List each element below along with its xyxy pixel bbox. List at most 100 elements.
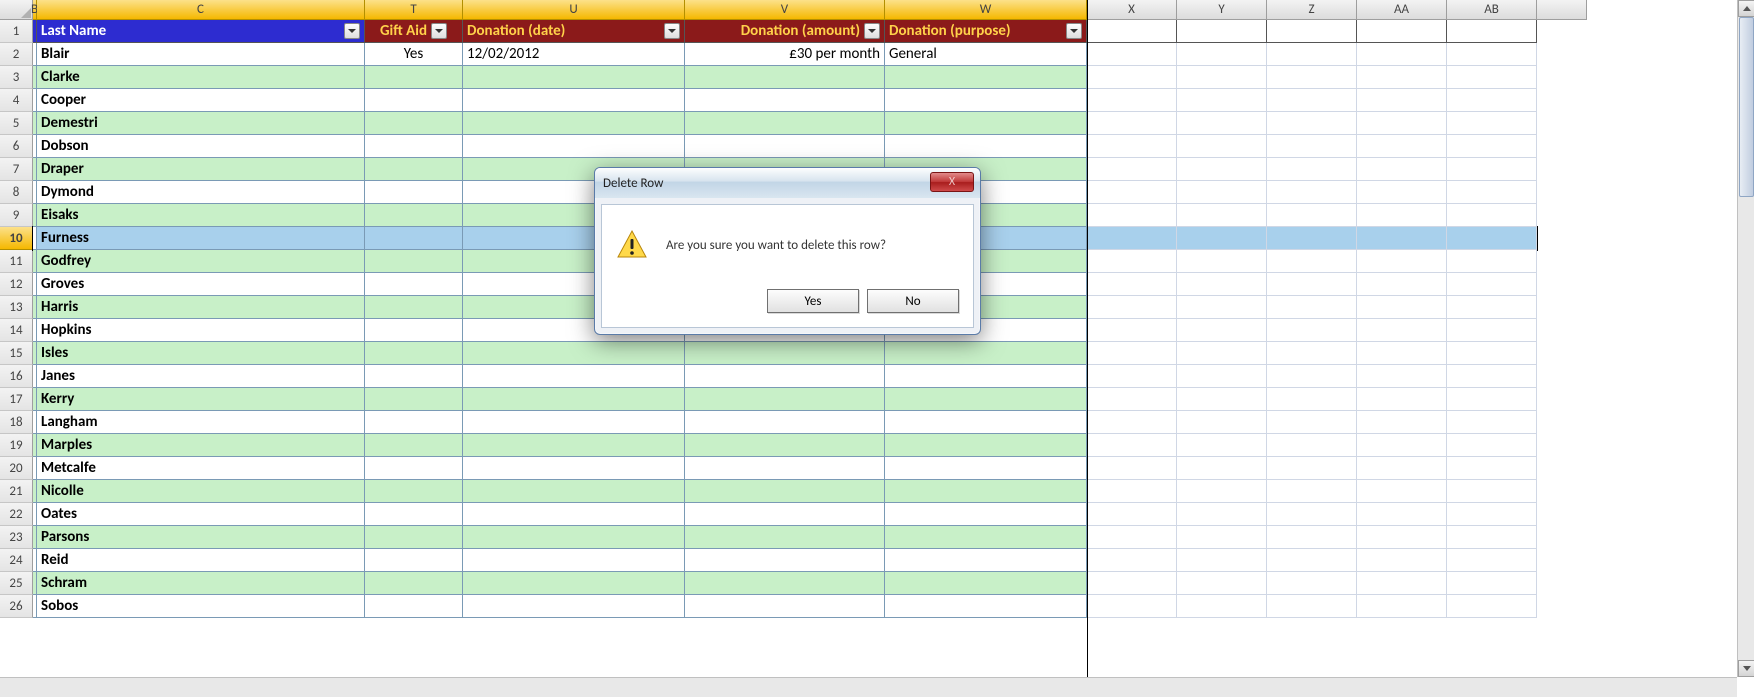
row-header-5[interactable]: 5 [0,112,33,135]
cell-x[interactable] [1087,296,1177,319]
cell-ab[interactable] [1447,572,1537,595]
cell-x[interactable] [1087,388,1177,411]
cell-aa[interactable] [1357,250,1447,273]
cell-v[interactable] [685,526,885,549]
cell-c[interactable]: Langham [37,411,365,434]
cell-c[interactable]: Kerry [37,388,365,411]
cell-u[interactable] [463,434,685,457]
cell-t[interactable] [365,204,463,227]
cell-y[interactable] [1177,112,1267,135]
cell-u[interactable] [463,572,685,595]
cell-x[interactable] [1087,526,1177,549]
cell-t[interactable] [365,273,463,296]
cell-t[interactable] [365,595,463,618]
cell-t[interactable] [365,227,463,250]
cell-ab[interactable] [1447,526,1537,549]
cell-aa[interactable] [1357,411,1447,434]
scroll-up-button[interactable] [1738,0,1754,17]
dialog-close-button[interactable]: X [930,172,974,192]
cell-t[interactable] [365,365,463,388]
col-header-z[interactable]: Z [1267,0,1357,20]
header-x[interactable] [1087,20,1177,43]
cell-t[interactable] [365,549,463,572]
cell-z[interactable] [1267,89,1357,112]
row-header-6[interactable]: 6 [0,135,33,158]
cell-ab[interactable] [1447,43,1537,66]
cell-c[interactable]: Eisaks [37,204,365,227]
cell-c[interactable]: Sobos [37,595,365,618]
col-header-aa[interactable]: AA [1357,0,1447,20]
cell-z[interactable] [1267,181,1357,204]
cell-c[interactable]: Nicolle [37,480,365,503]
cell-w[interactable] [885,480,1087,503]
col-header-c[interactable]: C [37,0,365,20]
horizontal-scrollbar[interactable] [0,677,1737,697]
table-row[interactable]: Parsons [33,526,1537,549]
cell-x[interactable] [1087,250,1177,273]
cell-t[interactable]: Yes [365,43,463,66]
table-row[interactable]: Schram [33,572,1537,595]
cell-z[interactable] [1267,411,1357,434]
cell-x[interactable] [1087,43,1177,66]
cell-ab[interactable] [1447,250,1537,273]
cell-t[interactable] [365,480,463,503]
table-row[interactable]: Demestri [33,112,1537,135]
cell-ab[interactable] [1447,365,1537,388]
cell-aa[interactable] [1357,158,1447,181]
cell-x[interactable] [1087,480,1177,503]
cell-y[interactable] [1177,434,1267,457]
cell-y[interactable] [1177,158,1267,181]
row-header-25[interactable]: 25 [0,572,33,595]
cell-y[interactable] [1177,296,1267,319]
cell-y[interactable] [1177,503,1267,526]
cell-v[interactable] [685,135,885,158]
cell-aa[interactable] [1357,342,1447,365]
cell-aa[interactable] [1357,503,1447,526]
cell-ab[interactable] [1447,273,1537,296]
cell-ab[interactable] [1447,503,1537,526]
row-header-20[interactable]: 20 [0,457,33,480]
cell-c[interactable]: Isles [37,342,365,365]
row-header-4[interactable]: 4 [0,89,33,112]
cell-aa[interactable] [1357,296,1447,319]
cell-c[interactable]: Dobson [37,135,365,158]
cell-aa[interactable] [1357,319,1447,342]
cell-x[interactable] [1087,273,1177,296]
row-header-18[interactable]: 18 [0,411,33,434]
cell-u[interactable] [463,365,685,388]
cell-v[interactable] [685,365,885,388]
cell-c[interactable]: Metcalfe [37,457,365,480]
cell-aa[interactable] [1357,457,1447,480]
cell-v[interactable] [685,342,885,365]
col-header-u[interactable]: U [463,0,685,20]
cell-x[interactable] [1087,135,1177,158]
row-header-1[interactable]: 1 [0,20,33,43]
cell-x[interactable] [1087,181,1177,204]
cell-c[interactable]: Furness [37,227,365,250]
cell-ab[interactable] [1447,296,1537,319]
row-header-23[interactable]: 23 [0,526,33,549]
row-header-26[interactable]: 26 [0,595,33,618]
cell-x[interactable] [1087,365,1177,388]
table-row[interactable]: Reid [33,549,1537,572]
cell-c[interactable]: Dymond [37,181,365,204]
table-row[interactable]: Dobson [33,135,1537,158]
dialog-no-button[interactable]: No [867,289,959,313]
cell-w[interactable] [885,89,1087,112]
table-row[interactable]: Nicolle [33,480,1537,503]
cell-c[interactable]: Draper [37,158,365,181]
table-row[interactable]: BlairYes12/02/2012£30 per monthGeneral [33,43,1537,66]
cell-c[interactable]: Demestri [37,112,365,135]
cell-t[interactable] [365,181,463,204]
cell-x[interactable] [1087,204,1177,227]
cell-c[interactable]: Clarke [37,66,365,89]
cell-z[interactable] [1267,434,1357,457]
cell-ab[interactable] [1447,319,1537,342]
row-header-12[interactable]: 12 [0,273,33,296]
cell-aa[interactable] [1357,526,1447,549]
cell-c[interactable]: Blair [37,43,365,66]
table-row[interactable]: Oates [33,503,1537,526]
cell-v[interactable] [685,457,885,480]
cell-ab[interactable] [1447,112,1537,135]
cell-ab[interactable] [1447,181,1537,204]
